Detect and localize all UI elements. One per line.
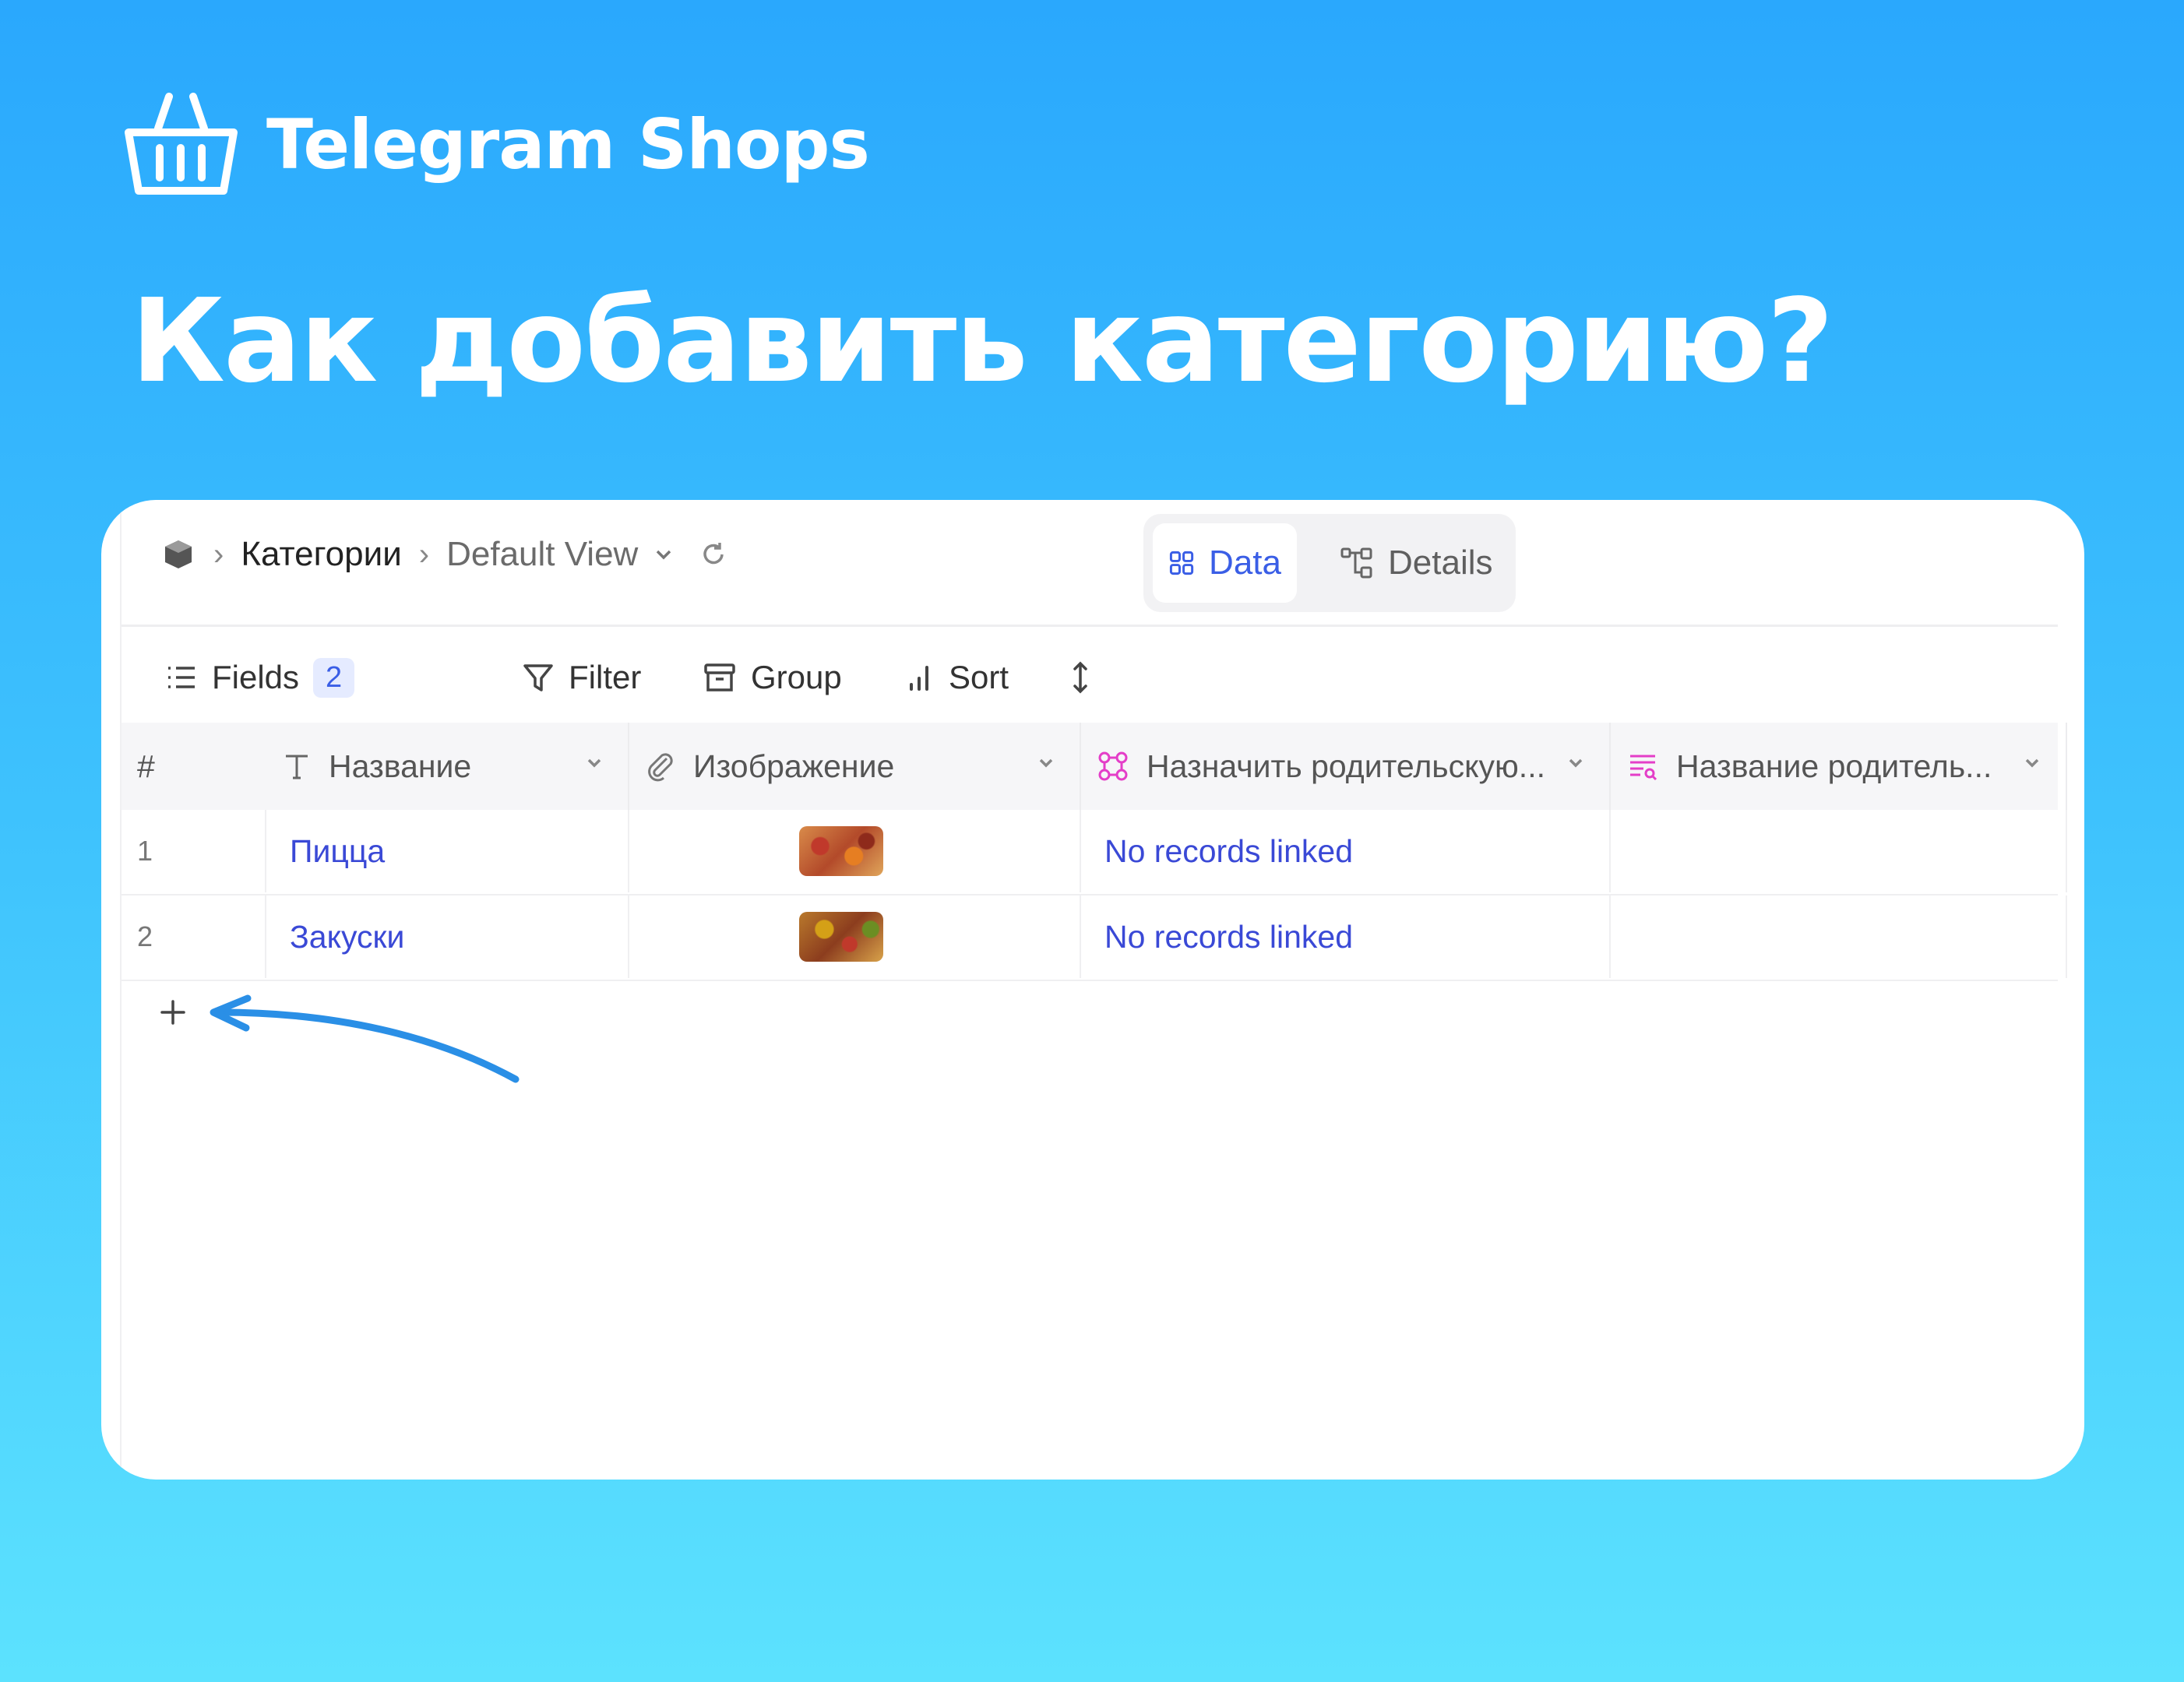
filter-label: Filter [569, 659, 642, 695]
sort-button[interactable]: Sort [905, 654, 1009, 701]
fields-count-badge: 2 [313, 657, 355, 698]
row-link-cell[interactable]: No records linked [1081, 896, 1611, 978]
text-type-icon [286, 755, 308, 779]
schema-icon [1340, 547, 1372, 579]
breadcrumb: › Категории › Default View [160, 535, 728, 574]
row-image-cell[interactable] [629, 810, 1081, 892]
row-name-cell[interactable]: Закуски [266, 896, 629, 978]
toolbar: Fields 2 Filter Group Sort [122, 625, 2058, 723]
row-height-button[interactable] [1069, 654, 1106, 701]
row-index: 1 [122, 810, 266, 892]
brand: Telegram Shops [121, 86, 870, 202]
row-image-cell[interactable] [629, 896, 1081, 978]
row-parent-name-cell[interactable] [1611, 896, 2067, 978]
fields-label: Fields [212, 659, 300, 695]
filter-button[interactable]: Filter [522, 654, 641, 701]
chevron-down-icon[interactable] [1564, 751, 1587, 774]
table-row[interactable]: 2 Закуски No records linked [122, 896, 2067, 981]
column-header-index: # [122, 723, 266, 810]
app-screenshot-card: › Категории › Default View Data Details … [101, 500, 2084, 1480]
column-header-label: # [137, 748, 155, 784]
paperclip-icon [648, 753, 673, 782]
brand-name: Telegram Shops [266, 104, 870, 185]
page-title: Как добавить категорию? [131, 274, 1834, 408]
group-icon [704, 663, 735, 691]
column-header-image[interactable]: Изображение [629, 723, 1081, 810]
fields-button[interactable]: Fields 2 [165, 654, 355, 701]
group-button[interactable]: Group [703, 654, 842, 701]
grid-header: # Название Изображение Назначить родител… [122, 723, 2067, 810]
breadcrumb-separator: › [213, 537, 224, 572]
column-header-label: Назначить родительскую... [1147, 748, 1545, 784]
tab-details[interactable]: Details [1324, 523, 1509, 603]
sort-icon [910, 666, 928, 691]
view-tabs: Data Details [1143, 514, 1516, 612]
top-bar: › Категории › Default View Data Details [122, 500, 2058, 627]
snacks-thumbnail[interactable] [799, 912, 883, 962]
column-header-name[interactable]: Название [266, 723, 629, 810]
column-header-label: Изображение [693, 748, 895, 784]
grid-icon [1169, 551, 1194, 575]
basket-icon [125, 93, 238, 195]
column-header-parent-link[interactable]: Назначить родительскую... [1081, 723, 1611, 810]
sort-label: Sort [949, 659, 1009, 695]
row-parent-name-cell[interactable] [1611, 810, 2067, 892]
chevron-down-icon[interactable] [652, 543, 675, 566]
filter-icon [523, 664, 553, 691]
list-icon [168, 667, 195, 688]
add-row-button[interactable] [150, 989, 196, 1036]
column-header-label: Название [329, 748, 472, 784]
column-header-label: Название родитель... [1676, 748, 1992, 784]
breadcrumb-table[interactable]: Категории [241, 535, 401, 574]
column-header-parent-name[interactable]: Название родитель... [1611, 723, 2067, 810]
plus-icon [160, 1000, 185, 1025]
database-icon[interactable] [160, 537, 196, 572]
chevron-down-icon[interactable] [2020, 751, 2044, 774]
lookup-icon [1630, 755, 1657, 781]
data-grid: # Название Изображение Назначить родител… [122, 723, 2067, 981]
group-label: Group [751, 659, 842, 695]
pizza-thumbnail[interactable] [799, 826, 883, 876]
breadcrumb-view[interactable]: Default View [446, 535, 638, 574]
chevron-down-icon[interactable] [583, 751, 606, 774]
tab-details-label: Details [1388, 544, 1493, 582]
row-index: 2 [122, 896, 266, 978]
link-records-icon [1098, 751, 1128, 781]
tab-data-label: Data [1209, 544, 1281, 582]
row-link-cell[interactable]: No records linked [1081, 810, 1611, 892]
row-height-icon [1073, 661, 1087, 694]
chevron-down-icon[interactable] [1034, 751, 1058, 774]
refresh-icon[interactable] [699, 540, 728, 569]
breadcrumb-separator: › [418, 537, 430, 572]
tab-data[interactable]: Data [1153, 523, 1297, 603]
row-name-cell[interactable]: Пицца [266, 810, 629, 892]
table-row[interactable]: 1 Пицца No records linked [122, 810, 2067, 896]
